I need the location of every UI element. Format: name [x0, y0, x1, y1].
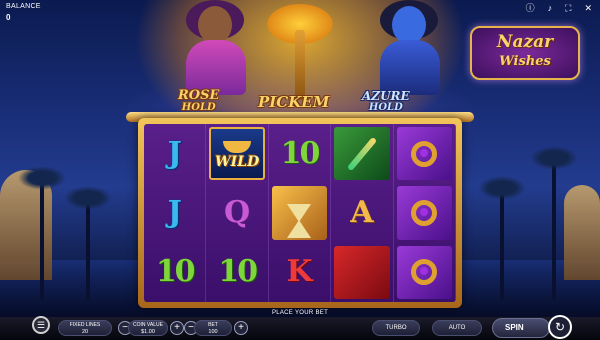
reel-frame: J WILD 10 J Q A 10 10 K — [138, 118, 462, 308]
palm-tree — [18, 166, 66, 300]
place-bet-message: PLACE YOUR BET — [271, 310, 329, 316]
logo-line2: Wishes — [499, 54, 551, 69]
sound-icon[interactable]: ♪ — [548, 3, 553, 13]
azure-hold-label: AZURE HOLD — [362, 90, 410, 114]
fixed-lines-label: FIXED LINES — [69, 322, 101, 328]
reel-cell — [394, 183, 456, 243]
palm-tree — [478, 176, 526, 300]
symbol-a: A — [350, 194, 374, 230]
wild-label: WILD — [214, 154, 260, 171]
symbol-q: Q — [224, 194, 251, 230]
wild-symbol: WILD — [209, 127, 265, 181]
symbol-k: K — [286, 254, 313, 290]
hamburger-icon: ☰ — [36, 319, 46, 330]
rose-hold-word1: ROSE — [178, 88, 220, 103]
balance-value: 0 — [6, 13, 11, 22]
hourglass-icon — [287, 203, 312, 238]
logo-line1: Nazar — [496, 32, 554, 52]
reel-cell: 10 — [144, 242, 207, 302]
ring-icon — [411, 140, 438, 167]
reel-cell: K — [269, 242, 332, 302]
symbol-10: 10 — [280, 135, 321, 171]
rose-hold-label: ROSE HOLD — [178, 88, 220, 114]
reel-cell: J — [144, 183, 207, 243]
close-icon[interactable]: ✕ — [584, 3, 592, 13]
palm-tree — [64, 186, 112, 300]
pickem-label: PICKEM — [258, 93, 330, 111]
golden-tree — [252, 0, 348, 105]
fullscreen-icon[interactable]: ⛶ — [565, 3, 571, 13]
reel-grid: J WILD 10 J Q A 10 10 K — [144, 124, 456, 302]
spin-button[interactable]: SPIN — [492, 318, 550, 338]
coin-value-label: COIN VALUE — [133, 322, 163, 328]
reel-cell — [331, 242, 394, 302]
symbol-j: J — [167, 194, 182, 230]
info-icon[interactable]: ⓘ — [526, 3, 535, 13]
palm-tree — [530, 146, 578, 300]
balance-label: BALANCE — [6, 3, 41, 10]
reel-cell: J — [144, 124, 207, 184]
balance-display: BALANCE 0 — [6, 3, 41, 22]
bet-value: 100 — [208, 329, 218, 335]
reel-cell — [394, 242, 456, 302]
symbol-10: 10 — [218, 254, 258, 290]
reel-cell — [331, 124, 394, 184]
top-controls: ⓘ ♪ ⛶ ✕ — [526, 3, 592, 13]
magic-lamp-icon — [223, 141, 252, 153]
rose-genie-character — [176, 0, 256, 95]
reel-cell: A — [331, 183, 394, 243]
bet-label: BET — [208, 322, 218, 328]
reel-cell — [394, 124, 456, 184]
reel-cell: Q — [206, 183, 269, 243]
game-logo: Nazar Wishes — [470, 26, 580, 80]
coin-value-increase-button[interactable]: + — [170, 321, 184, 335]
turbo-button[interactable]: TURBO — [372, 320, 420, 336]
azure-hold-word1: AZURE — [362, 89, 410, 103]
spin-icon[interactable]: ↻ — [548, 315, 572, 339]
bet-increase-button[interactable]: + — [234, 321, 248, 335]
reel-cell: WILD — [206, 124, 269, 184]
menu-button[interactable]: ☰ — [32, 316, 50, 334]
coin-value-value: $1.00 — [141, 329, 155, 335]
right-pavilion — [564, 185, 600, 280]
bet-display: BET 100 — [194, 320, 232, 336]
spin-label: SPIN — [505, 323, 524, 332]
coin-value-display: COIN VALUE $1.00 — [128, 320, 168, 336]
symbol-10: 10 — [155, 254, 196, 290]
fixed-lines-display: FIXED LINES 20 — [58, 320, 112, 336]
auto-button[interactable]: AUTO — [432, 320, 482, 336]
reel-cell — [269, 183, 332, 243]
symbol-j: J — [167, 135, 182, 171]
fixed-lines-value: 20 — [81, 329, 89, 335]
reel-cell: 10 — [269, 124, 332, 184]
reel-cell: 10 — [206, 242, 269, 302]
azure-genie-character — [370, 0, 450, 95]
